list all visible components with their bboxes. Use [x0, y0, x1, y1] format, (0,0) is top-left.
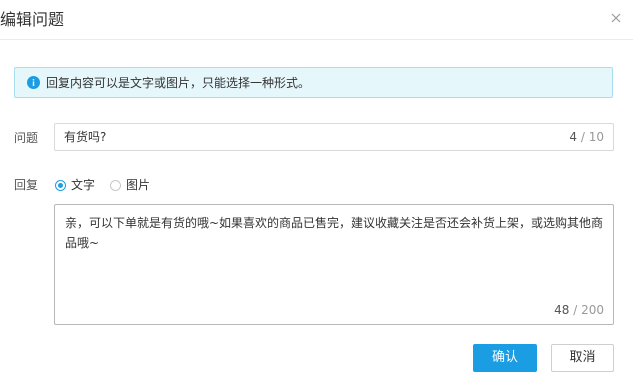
radio-checked-icon [55, 179, 66, 191]
reply-textarea[interactable]: 亲，可以下单就是有货的哦~如果喜欢的商品已售完，建议收藏关注是否还会补货上架，或… [54, 204, 614, 325]
radio-unchecked-icon [110, 179, 121, 191]
question-label: 问题 [14, 131, 39, 145]
cancel-button[interactable]: 取消 [551, 344, 614, 372]
reply-count-max: 200 [581, 303, 604, 317]
reply-count-sep: / [569, 303, 582, 317]
reply-value: 亲，可以下单就是有货的哦~如果喜欢的商品已售完，建议收藏关注是否还会补货上架，或… [65, 216, 604, 250]
reply-char-counter: 48 / 200 [554, 303, 604, 317]
reply-type-image-radio[interactable]: 图片 [110, 178, 150, 192]
reply-type-text-radio[interactable]: 文字 [55, 178, 95, 192]
question-count-max: 10 [588, 130, 604, 144]
dialog-title: 编辑问题 [0, 10, 65, 29]
dialog-header: 编辑问题 [0, 0, 633, 40]
reply-count-current: 48 [554, 303, 570, 317]
reply-type-image-label: 图片 [126, 178, 151, 192]
notice-text: 回复内容可以是文字或图片，只能选择一种形式。 [46, 75, 311, 90]
edit-question-dialog: 编辑问题 回复内容可以是文字或图片，只能选择一种形式。 问题 有货吗? 4 / … [0, 0, 633, 389]
question-count-sep: / [577, 130, 589, 144]
confirm-button[interactable]: 确认 [473, 344, 537, 372]
question-char-counter: 4 / 10 [569, 130, 604, 144]
question-input[interactable]: 有货吗? 4 / 10 [54, 123, 614, 151]
reply-type-text-label: 文字 [71, 178, 96, 192]
info-notice: 回复内容可以是文字或图片，只能选择一种形式。 [14, 67, 613, 98]
question-count-current: 4 [569, 130, 578, 144]
info-icon [27, 76, 40, 89]
reply-label: 回复 [14, 178, 39, 192]
question-value: 有货吗? [64, 130, 107, 144]
close-icon[interactable] [609, 11, 623, 25]
